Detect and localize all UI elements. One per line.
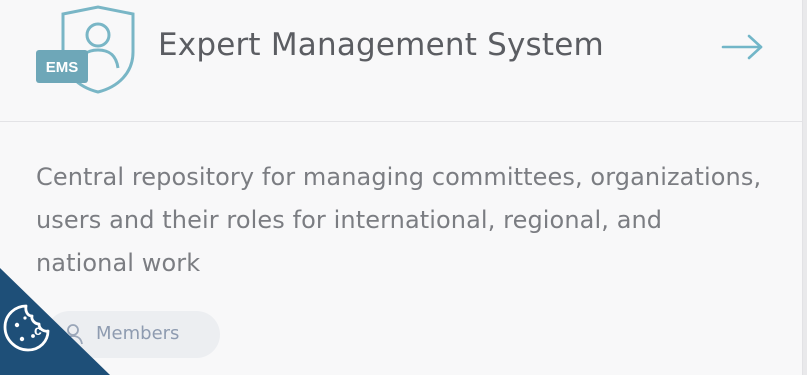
ems-logo-text: EMS [46, 59, 79, 76]
card-description: Central repository for managing committe… [36, 163, 762, 277]
arrow-right-icon[interactable] [721, 33, 765, 61]
cookie-settings-button[interactable] [0, 265, 110, 375]
app-card: EMS Expert Management System Central rep… [0, 0, 803, 375]
card-header-link[interactable]: EMS Expert Management System [0, 0, 802, 122]
ems-shield-logo: EMS [36, 5, 135, 94]
card-title[interactable]: Expert Management System [158, 27, 604, 63]
